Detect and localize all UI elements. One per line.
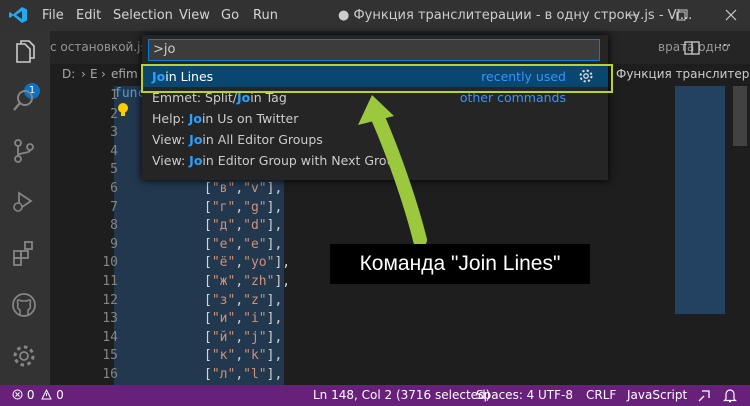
- code-line: ["е","e"],: [204, 236, 283, 252]
- command-palette-input[interactable]: >jo: [148, 39, 600, 61]
- menu-selection[interactable]: Selection: [113, 8, 173, 23]
- breadcrumb-drive[interactable]: D:: [62, 67, 75, 81]
- code-line: ["з","z"],: [204, 292, 283, 308]
- source-control-icon[interactable]: [10, 137, 38, 165]
- line-number: 8: [110, 218, 118, 234]
- eol-status[interactable]: CRLF: [586, 385, 616, 406]
- more-actions-icon[interactable]: ···: [718, 39, 736, 57]
- run-debug-icon[interactable]: [10, 187, 38, 215]
- error-icon: [12, 389, 23, 400]
- github-icon[interactable]: [10, 291, 38, 319]
- breadcrumb-sep: ›: [101, 67, 106, 81]
- menu-file[interactable]: File: [42, 8, 64, 23]
- code-line: ["л","l"],: [204, 367, 283, 382]
- line-number: 12: [102, 292, 118, 308]
- warning-icon: [41, 388, 53, 400]
- search-icon[interactable]: [10, 87, 38, 115]
- breadcrumb-folder[interactable]: efim: [111, 67, 138, 81]
- highlight-box: [141, 64, 613, 93]
- command-label: Help: Join Us on Twitter: [152, 111, 299, 126]
- close-window-icon[interactable]: [721, 5, 741, 25]
- restore-icon[interactable]: [672, 5, 692, 25]
- line-number: 15: [102, 348, 118, 364]
- code-line: ["к","k"],: [204, 348, 283, 364]
- line-number: 5: [110, 162, 118, 178]
- lightbulb-icon[interactable]: [116, 102, 130, 118]
- cursor-position[interactable]: Ln 148, Col 2 (3716 selected): [313, 385, 490, 406]
- breadcrumb-folder[interactable]: E: [90, 67, 98, 81]
- menu-edit[interactable]: Edit: [76, 8, 101, 23]
- warning-count: 0: [56, 388, 64, 402]
- code-line: ["в","v"],: [204, 181, 283, 196]
- code-line: ["д","d"],: [204, 218, 283, 234]
- vscode-logo-icon: [9, 7, 27, 23]
- command-palette-item[interactable]: View: Join Editor Group with Next Group: [142, 150, 608, 171]
- notifications-bell-icon[interactable]: [723, 388, 737, 403]
- command-label: View: Join Editor Group with Next Group: [152, 153, 403, 168]
- error-count: 0: [26, 388, 35, 402]
- code-line: ["г","g"],: [204, 199, 283, 215]
- callout-label: Команда "Join Lines": [330, 244, 590, 284]
- language-mode[interactable]: JavaScript: [627, 385, 687, 406]
- command-palette-item[interactable]: View: Join All Editor Groups: [142, 129, 608, 150]
- indentation-status[interactable]: Spaces: 4: [476, 385, 534, 406]
- line-number: 7: [110, 199, 118, 215]
- code-line: ["ё","yo"],: [204, 255, 291, 271]
- line-number: 2: [110, 106, 118, 122]
- command-palette-item[interactable]: Help: Join Us on Twitter: [142, 108, 608, 129]
- line-number: 11: [102, 274, 118, 289]
- split-editor-icon[interactable]: [683, 39, 701, 57]
- breadcrumb-sep: ›: [81, 67, 86, 81]
- settings-gear-icon[interactable]: [10, 342, 38, 370]
- line-number: 4: [110, 143, 118, 159]
- feedback-icon[interactable]: [697, 389, 711, 403]
- command-palette: >jo Join Lines recently used Emmet: Split/…: [142, 35, 608, 180]
- code-line: ["и","i"],: [204, 311, 283, 327]
- extensions-icon[interactable]: [10, 239, 38, 267]
- line-number: 6: [110, 181, 118, 196]
- activity-bar: 1: [0, 31, 50, 385]
- line-number: 16: [102, 367, 118, 382]
- line-number: 9: [110, 236, 118, 252]
- title-bar: File Edit Selection View Go Run ● Функци…: [0, 0, 750, 31]
- files-icon[interactable]: [10, 39, 38, 67]
- minimize-icon[interactable]: [623, 5, 643, 25]
- line-number: 1: [110, 88, 118, 103]
- encoding-status[interactable]: UTF-8: [538, 385, 573, 406]
- line-number: 3: [110, 125, 118, 141]
- scrollbar-thumb[interactable]: [733, 86, 747, 146]
- menu-run[interactable]: Run: [253, 8, 278, 23]
- line-number: 14: [102, 329, 118, 345]
- minimap[interactable]: [675, 86, 730, 385]
- menu-go[interactable]: Go: [221, 8, 239, 23]
- vertical-scrollbar[interactable]: [733, 86, 747, 385]
- breadcrumb-symbol[interactable]: Функция транслитера: [616, 67, 750, 81]
- line-number: 10: [102, 255, 118, 271]
- problems-status[interactable]: 0 0: [12, 385, 64, 406]
- line-number: 13: [102, 311, 118, 327]
- minimap-selection: [675, 86, 725, 314]
- code-line: ["ж","zh"],: [204, 274, 291, 289]
- menu-view[interactable]: View: [179, 8, 210, 23]
- command-label: View: Join All Editor Groups: [152, 132, 323, 147]
- code-line: ["й","j"],: [204, 329, 283, 345]
- status-bar: 0 0 Ln 148, Col 2 (3716 selected) Spaces…: [0, 385, 750, 406]
- tab-left[interactable]: с остановкой.js: [50, 31, 142, 64]
